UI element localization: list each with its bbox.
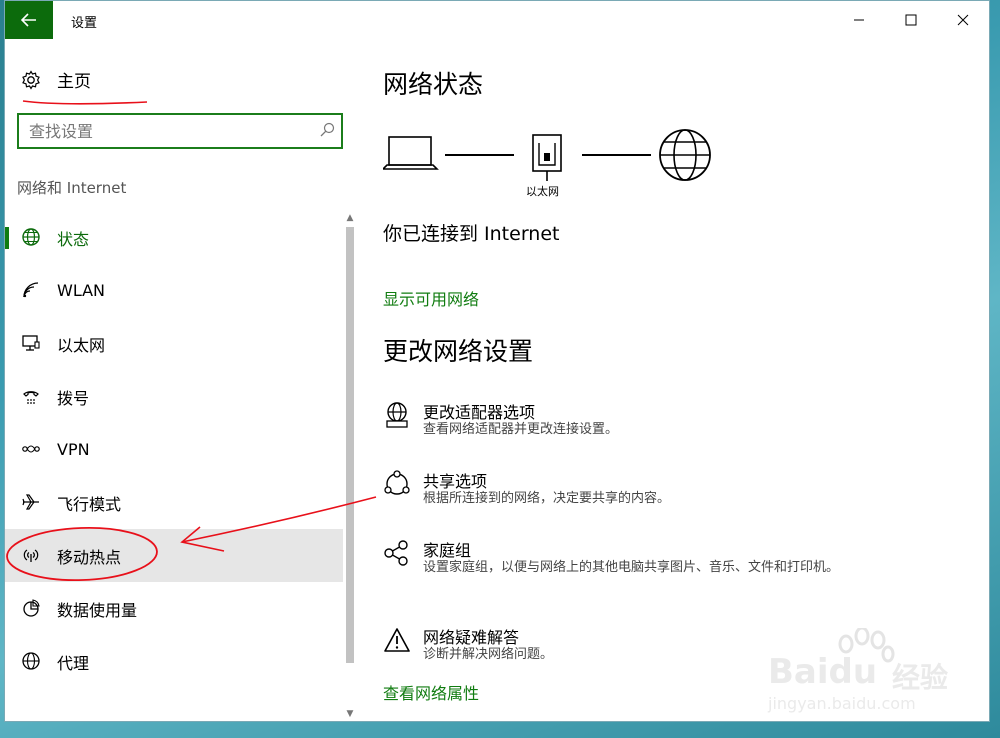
watermark-url: jingyan.baidu.com <box>768 694 916 713</box>
hotspot-icon <box>21 545 41 565</box>
gear-icon <box>22 69 40 90</box>
watermark-brand-cn: 经验 <box>892 661 949 694</box>
sidebar-item-proxy[interactable]: 代理 <box>5 635 343 688</box>
minimize-button[interactable] <box>833 1 885 39</box>
sidebar-item-label: 以太网 <box>57 335 106 355</box>
option-title: 网络疑难解答 <box>423 628 520 647</box>
option-description: 根据所连接到的网络，决定要共享的内容。 <box>423 491 671 506</box>
pie-chart-icon <box>21 598 41 618</box>
window-title: 设置 <box>71 16 98 31</box>
sidebar-item-ethernet[interactable]: 以太网 <box>5 317 343 370</box>
sidebar-item-data-usage[interactable]: 数据使用量 <box>5 582 343 635</box>
diagram-ethernet-label: 以太网 <box>526 185 559 198</box>
section-title: 更改网络设置 <box>383 337 534 366</box>
sidebar-item-hotspot[interactable]: 移动热点 <box>5 529 343 582</box>
close-icon <box>957 14 969 26</box>
arrow-left-icon <box>21 13 36 27</box>
dialup-icon <box>21 386 41 406</box>
sidebar-item-airplane[interactable]: 飞行模式 <box>5 476 343 529</box>
scroll-up-arrow-icon[interactable]: ▲ <box>343 211 357 225</box>
scroll-down-arrow-icon[interactable]: ▼ <box>343 707 357 721</box>
close-button[interactable] <box>937 1 989 39</box>
ethernet-icon <box>21 333 41 353</box>
settings-window: 设置 主页 查找设置 网络和 Internet 状态 WLAN 以太网 拨号 V… <box>4 0 990 722</box>
share-icon <box>383 470 411 498</box>
home-link[interactable]: 主页 <box>21 67 91 92</box>
baidu-watermark: Baidu 经验 jingyan.baidu.com <box>768 628 978 718</box>
option-title: 家庭组 <box>423 541 472 560</box>
option-description: 设置家庭组，以便与网络上的其他电脑共享图片、音乐、文件和打印机。 <box>423 560 840 575</box>
sidebar-item-label: 代理 <box>57 653 90 673</box>
minimize-icon <box>854 19 864 21</box>
globe-icon <box>21 227 41 247</box>
watermark-brand: Baidu <box>768 652 878 692</box>
vpn-icon <box>21 439 41 459</box>
internet-globe-icon <box>659 129 711 181</box>
sidebar-scrollbar[interactable]: ▲ ▼ <box>343 211 357 721</box>
option-title: 共享选项 <box>423 472 488 491</box>
sidebar: 主页 网络和 Internet 状态 WLA <box>5 39 360 723</box>
main-content: 网络状态 以太网 你已连接到 Internet 显示可用网络 更改网络设置 更改… <box>383 39 973 723</box>
sidebar-item-label: 数据使用量 <box>57 600 138 620</box>
sidebar-item-vpn[interactable]: VPN <box>5 423 343 476</box>
sidebar-item-label: 飞行模式 <box>57 494 122 514</box>
sidebar-item-status[interactable]: 状态 <box>5 211 343 264</box>
nav-list: 状态 WLAN 以太网 拨号 VPN 飞行模式 移动热点 数据使用量 代理 <box>5 211 343 688</box>
back-button[interactable] <box>5 1 53 39</box>
scroll-thumb[interactable] <box>346 227 354 663</box>
home-label: 主页 <box>57 72 91 92</box>
sidebar-item-label: 移动热点 <box>57 547 122 567</box>
sidebar-item-label: VPN <box>57 440 90 459</box>
proxy-globe-icon <box>21 651 41 671</box>
red-underline-annotation <box>22 100 148 105</box>
window-controls <box>833 1 989 39</box>
search-icon <box>320 122 335 137</box>
laptop-icon <box>383 136 439 170</box>
maximize-icon <box>905 14 917 26</box>
title-bar: 设置 <box>5 1 989 39</box>
show-available-networks-link[interactable]: 显示可用网络 <box>383 286 479 310</box>
view-network-properties-link[interactable]: 查看网络属性 <box>383 680 479 704</box>
section-label: 网络和 Internet <box>17 179 127 197</box>
sidebar-item-label: 状态 <box>57 229 90 249</box>
maximize-button[interactable] <box>885 1 937 39</box>
page-title: 网络状态 <box>383 70 484 99</box>
option-title: 更改适配器选项 <box>423 403 536 422</box>
warning-icon <box>383 626 411 654</box>
sidebar-item-wlan[interactable]: WLAN <box>5 264 343 317</box>
wifi-icon <box>21 280 41 300</box>
adapter-globe-icon <box>383 401 411 429</box>
ethernet-port-icon <box>532 134 562 181</box>
airplane-icon <box>21 492 41 512</box>
search-box[interactable] <box>17 113 343 149</box>
sidebar-item-label: 拨号 <box>57 388 90 408</box>
connection-status-text: 你已连接到 Internet <box>383 223 560 245</box>
sidebar-item-label: WLAN <box>57 281 106 300</box>
homegroup-icon <box>383 539 411 567</box>
sidebar-item-dialup[interactable]: 拨号 <box>5 370 343 423</box>
search-input[interactable] <box>29 119 299 143</box>
option-description: 查看网络适配器并更改连接设置。 <box>423 422 619 437</box>
